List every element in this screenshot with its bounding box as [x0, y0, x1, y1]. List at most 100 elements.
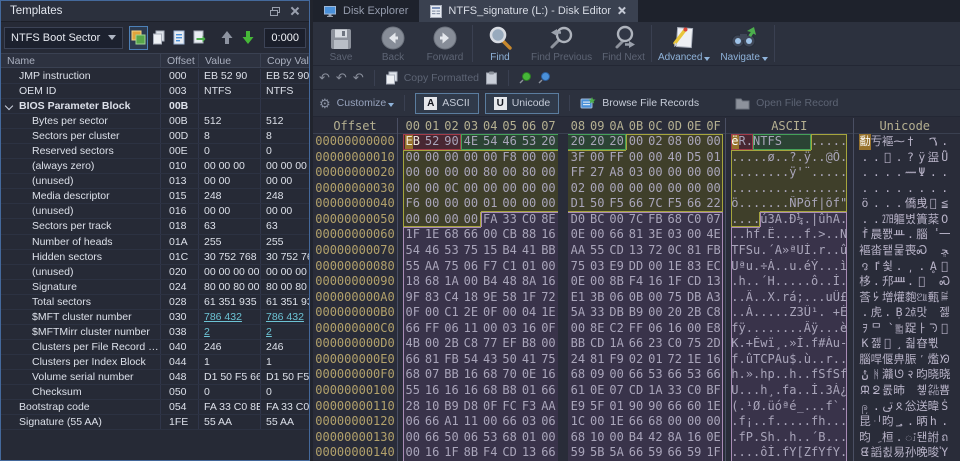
hex-byte-cell[interactable]: 00	[500, 196, 519, 212]
hex-byte-cell[interactable]: 8A	[519, 274, 538, 290]
ascii-char-cell[interactable]: .	[840, 430, 847, 446]
hex-byte-cell[interactable]: 07	[704, 212, 723, 228]
hex-byte-cell[interactable]: 00	[500, 181, 519, 197]
ascii-char-cell[interactable]: .	[775, 321, 782, 337]
hex-byte-cell[interactable]: CD	[607, 243, 626, 259]
hex-byte-cell[interactable]: 8E	[588, 321, 607, 337]
template-table-row[interactable]: BIOS Parameter Block00B	[1, 99, 309, 114]
hex-byte-cell[interactable]: 0F	[481, 305, 500, 321]
hex-byte-cell[interactable]: 68	[646, 414, 665, 430]
column-header-name[interactable]: Name	[1, 54, 161, 67]
unicode-char-cell[interactable]: 昀	[859, 430, 870, 446]
ascii-char-cell[interactable]: ÿ	[739, 321, 746, 337]
hex-byte-cell[interactable]: 75	[442, 259, 461, 275]
hex-byte-cell[interactable]: B4	[500, 243, 519, 259]
hex-byte-cell[interactable]: 68	[403, 367, 422, 383]
ascii-char-cell[interactable]: .	[775, 259, 782, 275]
ascii-char-cell[interactable]: .	[804, 274, 811, 290]
ascii-char-cell[interactable]: .	[753, 430, 760, 446]
ascii-char-cell[interactable]: .	[826, 414, 833, 430]
hex-byte-cell[interactable]: 00	[422, 305, 441, 321]
ascii-char-cell[interactable]: .	[739, 336, 746, 352]
unicode-char-cell[interactable]: 暐	[928, 399, 939, 415]
hex-byte-cell[interactable]: 00	[704, 181, 723, 197]
ascii-char-cell[interactable]: .	[775, 445, 782, 461]
hex-byte-cell[interactable]: 00	[684, 414, 703, 430]
hex-byte-cell[interactable]: 80	[519, 165, 538, 181]
hex-byte-cell[interactable]: 43	[481, 352, 500, 368]
ascii-char-cell[interactable]: S	[746, 243, 753, 259]
ascii-char-cell[interactable]: é	[804, 259, 811, 275]
hex-byte-cell[interactable]: 83	[684, 259, 703, 275]
hex-byte-cell[interactable]: F6	[403, 196, 422, 212]
hex-byte-cell[interactable]: 53	[646, 367, 665, 383]
ascii-char-cell[interactable]: .	[797, 414, 804, 430]
ascii-char-cell[interactable]: [	[797, 445, 804, 461]
hex-byte-cell[interactable]: 0F	[403, 305, 422, 321]
unicode-char-cell[interactable]	[916, 134, 927, 150]
hex-byte-cell[interactable]: 3E	[646, 227, 665, 243]
hex-byte-cell[interactable]: 66	[539, 445, 558, 461]
hex-byte-cell[interactable]: 00	[481, 414, 500, 430]
hex-byte-cell[interactable]: 4B	[403, 336, 422, 352]
jump-back-icon[interactable]: ↶	[353, 71, 364, 84]
hex-byte-cell[interactable]: 60	[684, 399, 703, 415]
ascii-char-cell[interactable]: .	[833, 430, 840, 446]
ascii-char-cell[interactable]: .	[782, 165, 789, 181]
unicode-char-cell[interactable]: ö	[859, 196, 870, 212]
ascii-char-cell[interactable]: .	[760, 321, 767, 337]
hex-byte-cell[interactable]: 00	[519, 181, 538, 197]
ascii-char-cell[interactable]: ù	[804, 352, 811, 368]
hex-byte-cell[interactable]: FB	[704, 243, 723, 259]
hex-byte-cell[interactable]: 53	[442, 243, 461, 259]
hex-byte-cell[interactable]: 52	[422, 134, 441, 150]
ascii-char-cell[interactable]: .	[746, 445, 753, 461]
field-value[interactable]: 786 432	[199, 310, 261, 324]
unicode-char-cell[interactable]: Ṡ	[939, 399, 950, 415]
ascii-char-cell[interactable]: Á	[746, 305, 753, 321]
ascii-char-cell[interactable]: C	[760, 352, 767, 368]
ascii-char-cell[interactable]: Z	[789, 305, 796, 321]
template-table-row[interactable]: $MFT cluster number030786 432786 432	[1, 310, 309, 325]
unicode-char-cell[interactable]: Ꮝ	[939, 274, 950, 290]
unicode-char-cell[interactable]: 	[916, 274, 927, 290]
ascii-char-cell[interactable]: Y	[818, 445, 825, 461]
hex-byte-cell[interactable]: 00	[684, 165, 703, 181]
unicode-char-cell[interactable]: 孙	[905, 445, 916, 461]
hex-byte-cell[interactable]: 1A	[442, 274, 461, 290]
ascii-char-cell[interactable]	[804, 134, 811, 150]
hex-byte-cell[interactable]: 66	[626, 367, 645, 383]
unicode-char-cell[interactable]: ༖	[893, 321, 904, 337]
unicode-char-cell[interactable]: †	[905, 134, 916, 150]
unicode-char-cell[interactable]: .	[916, 181, 927, 197]
ascii-char-cell[interactable]: .	[818, 305, 825, 321]
hex-byte-cell[interactable]: 75	[568, 259, 587, 275]
ascii-char-cell[interactable]: +	[746, 336, 753, 352]
ascii-char-cell[interactable]: .	[840, 399, 847, 415]
hex-byte-cell[interactable]: EF	[500, 336, 519, 352]
hex-byte-cell[interactable]: 66	[422, 414, 441, 430]
unicode-char-cell[interactable]: ㍚	[905, 305, 916, 321]
hex-byte-cell[interactable]: 0F	[481, 399, 500, 415]
unicode-char-cell[interactable]: 桓	[882, 430, 893, 446]
unicode-char-cell[interactable]: 爁	[928, 352, 939, 368]
unicode-char-cell[interactable]: ꫳ	[893, 399, 904, 415]
unicode-char-cell[interactable]: .	[928, 165, 939, 181]
hex-byte-cell[interactable]: D0	[568, 212, 587, 228]
ascii-char-cell[interactable]: .	[753, 259, 760, 275]
unicode-char-cell[interactable]: 灨	[882, 367, 893, 383]
hex-byte-cell[interactable]: 5B	[588, 445, 607, 461]
unicode-char-cell[interactable]: 一	[939, 227, 950, 243]
ascii-char-cell[interactable]: f	[811, 414, 818, 430]
unicode-char-cell[interactable]: ᘎ	[893, 367, 904, 383]
hex-byte-cell[interactable]: 11	[461, 321, 480, 337]
ascii-char-cell[interactable]: .	[746, 321, 753, 337]
ascii-char-cell[interactable]: Û	[833, 290, 840, 306]
ascii-char-cell[interactable]: f	[753, 227, 760, 243]
hex-byte-cell[interactable]: 00	[481, 181, 500, 197]
ascii-char-cell[interactable]: .	[753, 305, 760, 321]
back-button[interactable]: Back	[367, 22, 419, 65]
unicode-char-cell[interactable]	[928, 305, 939, 321]
ascii-char-cell[interactable]: a	[789, 383, 796, 399]
hex-byte-cell[interactable]: 06	[461, 259, 480, 275]
